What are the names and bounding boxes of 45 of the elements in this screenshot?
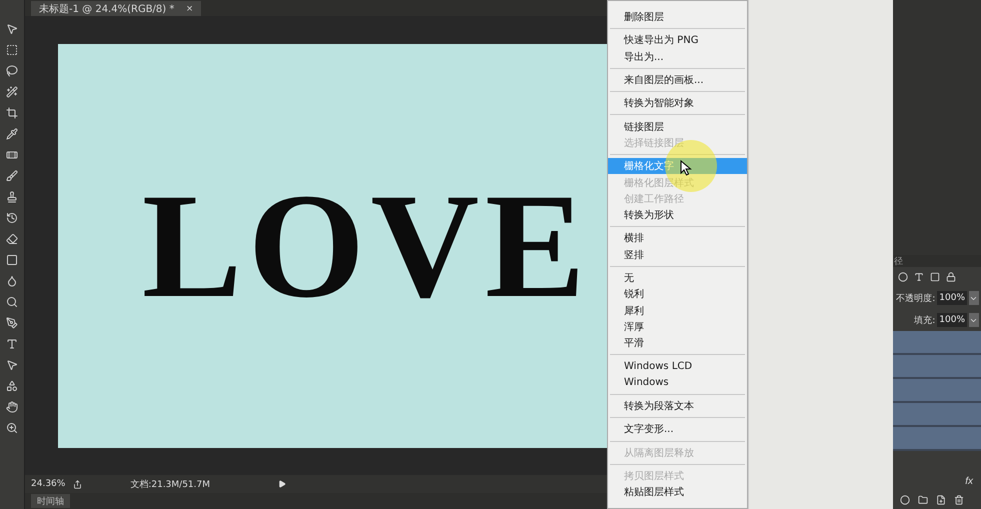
menu-item[interactable]: 无 — [608, 270, 747, 286]
type-icon[interactable] — [914, 272, 924, 282]
menu-item[interactable]: 平滑 — [608, 335, 747, 352]
circle-icon[interactable] — [898, 272, 908, 282]
share-icon[interactable] — [73, 480, 82, 488]
fx-button[interactable]: fx — [965, 476, 973, 486]
menu-item[interactable]: 横排 — [608, 230, 747, 247]
new-layer-icon[interactable] — [936, 495, 946, 505]
zoom-level: 24.36% — [31, 479, 66, 489]
menu-item[interactable]: 删除图层 — [608, 9, 747, 26]
fill-label: 填充: — [914, 314, 936, 326]
menu-item[interactable]: 转换为形状 — [608, 206, 747, 224]
menu-item[interactable]: 粘贴图层样式 — [608, 484, 747, 500]
lock-icon[interactable] — [946, 272, 956, 282]
menu-item[interactable]: 快速导出为 PNG — [608, 32, 747, 49]
opacity-field[interactable]: 100% — [937, 291, 967, 305]
square-icon[interactable] — [930, 272, 940, 282]
timeline-tab[interactable]: 时间轴 — [31, 494, 70, 508]
document-tab[interactable]: 未标题-1 @ 24.4%(RGB/8) * × — [31, 1, 201, 16]
opacity-label: 不透明度: — [896, 292, 936, 304]
menu-item[interactable]: 链接图层 — [608, 118, 747, 135]
canvas-text: LOVE — [142, 171, 592, 321]
menu-item[interactable]: Windows — [608, 374, 747, 391]
play-icon[interactable] — [278, 480, 286, 488]
menu-item[interactable]: 犀利 — [608, 302, 747, 319]
menu-item[interactable]: 转换为智能对象 — [608, 95, 747, 112]
menu-item[interactable]: 来自图层的画板... — [608, 72, 747, 88]
trash-icon[interactable] — [954, 495, 964, 505]
fill-field[interactable]: 100% — [937, 313, 967, 327]
dropdown-button[interactable] — [969, 313, 979, 327]
menu-item[interactable]: 浑厚 — [608, 318, 747, 336]
folder-icon[interactable] — [918, 495, 928, 505]
cursor-icon — [680, 160, 692, 176]
cursor-highlight — [665, 140, 717, 192]
paths-tab[interactable]: 径 — [892, 254, 903, 268]
menu-item[interactable]: Windows LCD — [608, 358, 747, 375]
menu-item[interactable]: 竖排 — [608, 246, 747, 263]
circle-icon[interactable] — [900, 495, 910, 505]
document-info: 文档:21.3M/51.7M — [129, 478, 212, 490]
menu-item[interactable]: 导出为... — [608, 48, 747, 65]
menu-item[interactable]: 锐利 — [608, 286, 747, 302]
dropdown-button[interactable] — [969, 291, 979, 305]
menu-item[interactable]: 转换为段落文本 — [608, 398, 747, 414]
menu-item[interactable]: 文字变形... — [608, 421, 747, 438]
close-button[interactable]: × — [186, 2, 193, 14]
